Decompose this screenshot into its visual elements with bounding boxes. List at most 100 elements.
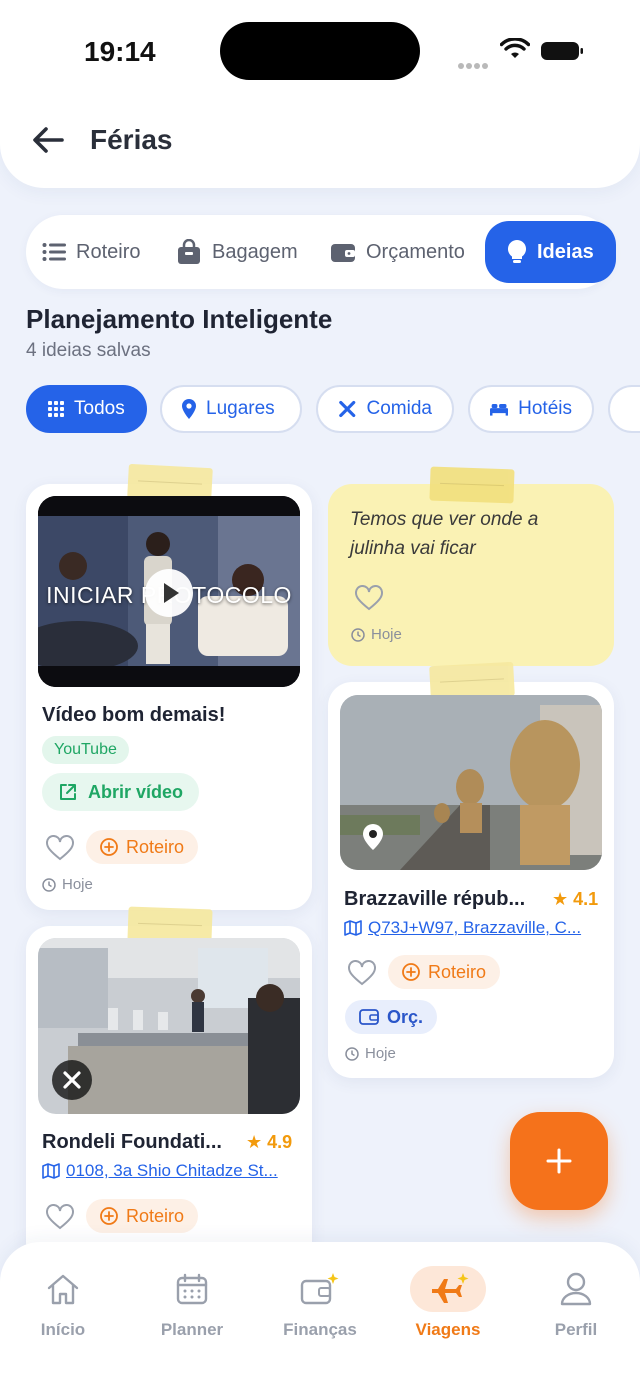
rating-value: 4.9 bbox=[267, 1132, 293, 1152]
signal-icon bbox=[458, 56, 492, 69]
source-badge: YouTube bbox=[42, 736, 129, 764]
heart-icon[interactable] bbox=[348, 960, 376, 986]
rating-value: 4.1 bbox=[573, 889, 599, 909]
tab-ideias[interactable]: Ideias bbox=[485, 221, 616, 283]
section-title: Planejamento Inteligente bbox=[26, 304, 333, 334]
food-address-link[interactable]: 0108, 3a Shio Chitadze St... bbox=[42, 1161, 278, 1181]
place-address-link[interactable]: Q73J+W97, Brazzaville, C... bbox=[344, 918, 581, 938]
wifi-icon bbox=[500, 38, 530, 58]
roteiro-label: Roteiro bbox=[126, 836, 185, 857]
filter-more[interactable] bbox=[608, 385, 640, 433]
nav-label: Viagens bbox=[415, 1320, 481, 1339]
bed-icon bbox=[490, 404, 509, 416]
nav-label: Início bbox=[40, 1320, 86, 1339]
filter-comida[interactable]: Comida bbox=[316, 385, 454, 433]
nav-label: Planner bbox=[160, 1320, 224, 1339]
nav-label: Perfil bbox=[554, 1320, 598, 1339]
plus-circle-icon bbox=[402, 963, 420, 981]
filter-label: Lugares bbox=[206, 398, 275, 419]
add-to-roteiro-button[interactable]: Roteiro bbox=[388, 955, 501, 989]
date-label: Hoje bbox=[62, 876, 93, 893]
filter-label: Comida bbox=[366, 398, 432, 419]
nav-financas[interactable]: Finanças bbox=[265, 1266, 375, 1340]
tab-label: Bagagem bbox=[212, 240, 298, 263]
add-idea-button[interactable] bbox=[510, 1112, 608, 1210]
place-photo[interactable] bbox=[340, 695, 602, 870]
video-thumbnail[interactable]: INICIAR PROTOCOLO bbox=[38, 496, 300, 687]
date-label: Hoje bbox=[365, 1045, 396, 1062]
filter-label: Hotéis bbox=[518, 398, 572, 419]
heart-icon[interactable] bbox=[355, 585, 383, 611]
utensils-icon bbox=[339, 400, 356, 418]
tab-roteiro[interactable]: Roteiro bbox=[42, 221, 140, 283]
plus-icon bbox=[546, 1148, 572, 1174]
user-icon bbox=[560, 1272, 592, 1306]
dynamic-island bbox=[220, 22, 420, 80]
lightbulb-icon bbox=[507, 239, 527, 263]
roteiro-label: Roteiro bbox=[126, 1205, 185, 1226]
note-text: Temos que ver onde a julinha vai ficar bbox=[350, 509, 539, 559]
filter-lugares[interactable]: Lugares bbox=[160, 385, 302, 433]
food-place-photo[interactable] bbox=[38, 938, 300, 1114]
ideas-count: 4 ideias salvas bbox=[26, 340, 151, 361]
food-category-badge bbox=[52, 1060, 92, 1100]
app-header: 19:14 Férias bbox=[0, 0, 640, 188]
wallet-icon bbox=[331, 244, 355, 262]
filter-chips: Todos Lugares Comida Hotéis bbox=[26, 385, 640, 433]
heart-icon[interactable] bbox=[46, 1204, 74, 1230]
card-date: Hoje bbox=[345, 1045, 396, 1062]
add-to-roteiro-button[interactable]: Roteiro bbox=[86, 830, 199, 864]
open-video-button[interactable]: Abrir vídeo bbox=[42, 773, 200, 811]
battery-icon bbox=[541, 42, 583, 60]
clock-icon bbox=[351, 627, 365, 642]
nav-perfil[interactable]: Perfil bbox=[521, 1266, 631, 1340]
nav-viagens[interactable]: Viagens bbox=[393, 1266, 503, 1340]
calendar-icon bbox=[176, 1273, 208, 1305]
nav-planner[interactable]: Planner bbox=[137, 1266, 247, 1340]
wallet-icon bbox=[359, 1009, 379, 1025]
wallet-sparkle-icon bbox=[300, 1273, 339, 1305]
pin-icon bbox=[182, 399, 196, 419]
utensils-icon bbox=[63, 1071, 81, 1089]
place-rating: ★ 4.1 bbox=[552, 889, 598, 910]
orc-label: Orç. bbox=[387, 1006, 424, 1027]
filter-hoteis[interactable]: Hotéis bbox=[468, 385, 594, 433]
plus-circle-icon bbox=[100, 1207, 118, 1225]
page-title: Férias bbox=[90, 124, 173, 155]
section-tabs: Roteiro Bagagem Orçamento Ideias bbox=[26, 215, 616, 289]
back-arrow-icon[interactable] bbox=[28, 120, 68, 160]
star-icon: ★ bbox=[552, 889, 569, 909]
tab-label: Ideias bbox=[537, 240, 594, 263]
external-link-icon bbox=[60, 784, 76, 800]
add-to-orcamento-button[interactable]: Orç. bbox=[345, 1000, 438, 1034]
list-icon bbox=[42, 243, 66, 261]
address-text: Q73J+W97, Brazzaville, C... bbox=[368, 918, 582, 937]
food-card-title: Rondeli Foundati... bbox=[42, 1131, 222, 1153]
bag-icon bbox=[178, 239, 200, 264]
bottom-navigation: Início Planner Finanças Viagens Perfil bbox=[0, 1242, 640, 1391]
tab-label: Roteiro bbox=[76, 240, 141, 263]
clock-icon bbox=[42, 877, 56, 892]
pin-icon bbox=[363, 824, 383, 850]
filter-todos[interactable]: Todos bbox=[26, 385, 147, 433]
map-icon bbox=[42, 1163, 60, 1179]
map-icon bbox=[344, 920, 362, 936]
tab-bagagem[interactable]: Bagagem bbox=[176, 221, 298, 283]
open-video-label: Abrir vídeo bbox=[88, 781, 184, 802]
place-card-title: Brazzaville répub... bbox=[344, 888, 526, 910]
date-label: Hoje bbox=[371, 626, 402, 643]
heart-icon[interactable] bbox=[46, 835, 74, 861]
clock-icon bbox=[345, 1046, 359, 1061]
play-icon[interactable] bbox=[144, 568, 194, 618]
star-icon: ★ bbox=[246, 1132, 263, 1152]
tab-orcamento[interactable]: Orçamento bbox=[330, 221, 465, 283]
add-to-roteiro-button[interactable]: Roteiro bbox=[86, 1199, 199, 1233]
nav-inicio[interactable]: Início bbox=[8, 1266, 118, 1340]
card-date: Hoje bbox=[42, 876, 93, 893]
tape-decoration bbox=[429, 466, 515, 504]
home-icon bbox=[47, 1274, 79, 1305]
nav-label: Finanças bbox=[283, 1320, 357, 1339]
status-time: 19:14 bbox=[84, 36, 156, 67]
tab-label: Orçamento bbox=[366, 240, 465, 263]
address-text: 0108, 3a Shio Chitadze St... bbox=[66, 1161, 278, 1180]
